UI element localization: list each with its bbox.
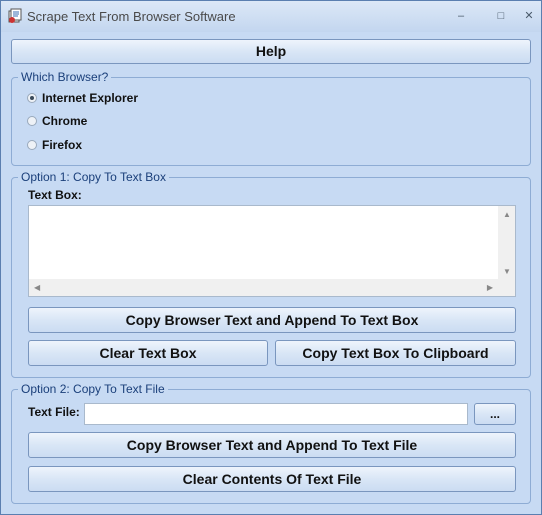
vertical-scrollbar[interactable]: ▲ ▼ bbox=[498, 206, 515, 279]
radio-internet-explorer[interactable]: Internet Explorer bbox=[27, 90, 138, 106]
window-title: Scrape Text From Browser Software bbox=[27, 9, 236, 24]
option1-legend: Option 1: Copy To Text Box bbox=[18, 170, 169, 184]
app-icon bbox=[8, 8, 22, 23]
scroll-right-icon[interactable]: ▶ bbox=[487, 283, 493, 292]
radio-label: Firefox bbox=[42, 138, 83, 152]
radio-firefox[interactable]: Firefox bbox=[27, 137, 82, 153]
clear-textbox-button[interactable]: Clear Text Box bbox=[28, 340, 268, 366]
textbox-label: Text Box: bbox=[28, 188, 82, 202]
radio-unselected-icon bbox=[27, 116, 37, 126]
browse-button[interactable]: ... bbox=[474, 403, 516, 425]
scrollbar-corner bbox=[498, 279, 515, 296]
app-window: Scrape Text From Browser Software – □ ✕ … bbox=[0, 0, 542, 515]
copy-append-textfile-button[interactable]: Copy Browser Text and Append To Text Fil… bbox=[28, 432, 516, 458]
help-button[interactable]: Help bbox=[11, 39, 531, 64]
title-bar[interactable]: Scrape Text From Browser Software – □ ✕ bbox=[1, 1, 541, 32]
scroll-left-icon[interactable]: ◀ bbox=[34, 283, 40, 292]
text-file-input[interactable] bbox=[84, 403, 468, 425]
close-button[interactable]: ✕ bbox=[519, 7, 539, 25]
clear-textfile-button[interactable]: Clear Contents Of Text File bbox=[28, 466, 516, 492]
copy-append-textbox-button[interactable]: Copy Browser Text and Append To Text Box bbox=[28, 307, 516, 333]
radio-selected-icon bbox=[27, 93, 37, 103]
browser-group-legend: Which Browser? bbox=[18, 70, 112, 84]
radio-unselected-icon bbox=[27, 140, 37, 150]
option2-legend: Option 2: Copy To Text File bbox=[18, 382, 168, 396]
option2-group: Option 2: Copy To Text File Text File: .… bbox=[11, 382, 531, 504]
scroll-up-icon[interactable]: ▲ bbox=[503, 210, 511, 219]
option1-group: Option 1: Copy To Text Box Text Box: ▲ ▼… bbox=[11, 170, 531, 378]
textfile-label: Text File: bbox=[28, 405, 80, 419]
copy-to-clipboard-button[interactable]: Copy Text Box To Clipboard bbox=[275, 340, 516, 366]
horizontal-scrollbar[interactable]: ◀ ▶ bbox=[29, 279, 498, 296]
radio-label: Chrome bbox=[42, 114, 88, 128]
scroll-down-icon[interactable]: ▼ bbox=[503, 267, 511, 276]
radio-label: Internet Explorer bbox=[42, 91, 139, 105]
minimize-button[interactable]: – bbox=[451, 7, 471, 25]
text-box[interactable]: ▲ ▼ ◀ ▶ bbox=[28, 205, 516, 297]
browser-group: Which Browser? Internet Explorer Chrome … bbox=[11, 70, 531, 166]
maximize-button[interactable]: □ bbox=[491, 7, 511, 25]
radio-chrome[interactable]: Chrome bbox=[27, 113, 87, 129]
